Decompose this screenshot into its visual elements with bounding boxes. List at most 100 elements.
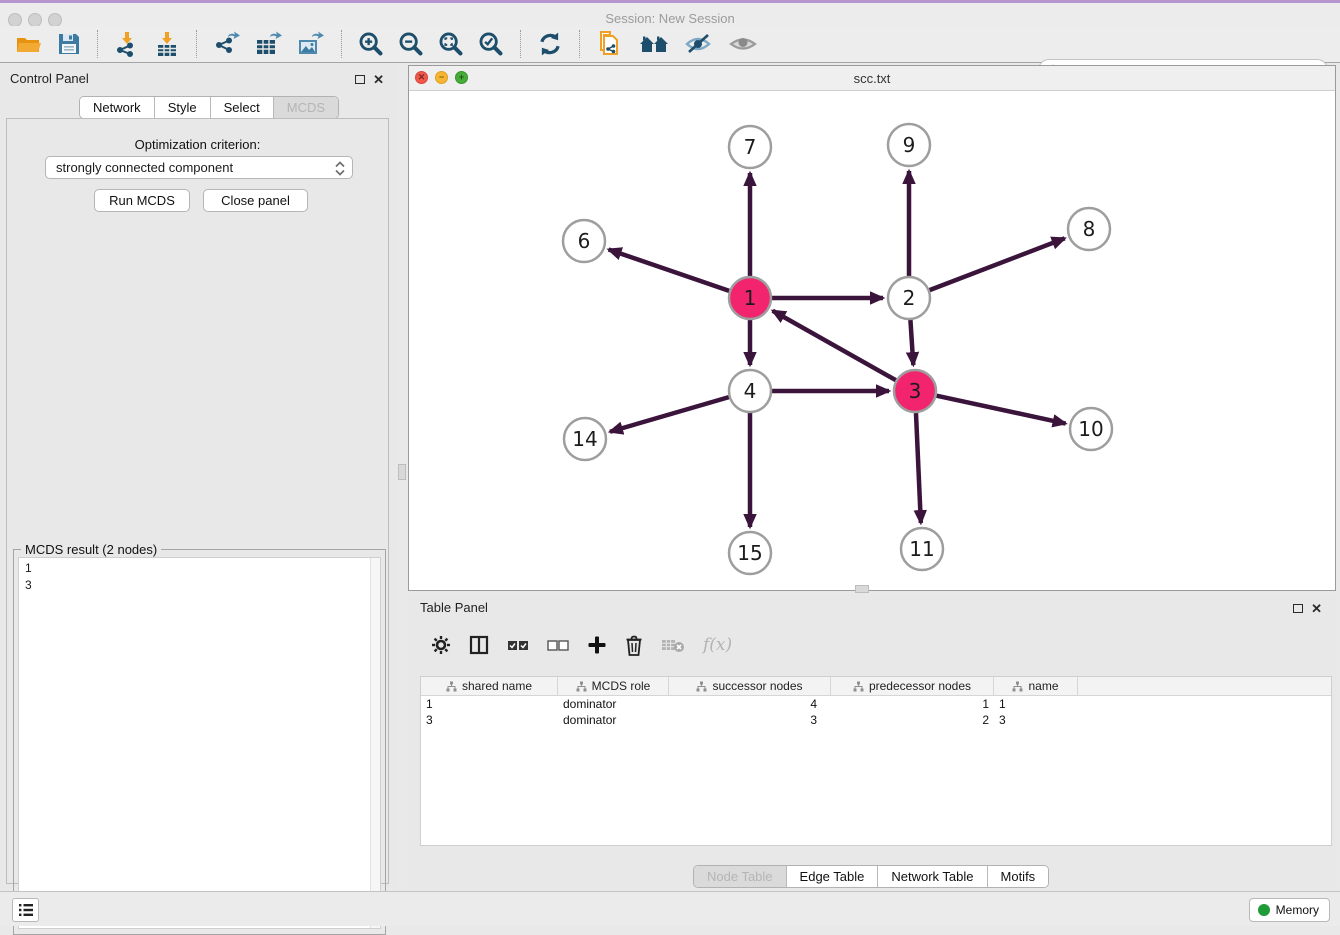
table-header-row: shared nameMCDS role successor nodes prede…	[421, 677, 1331, 696]
refresh-view-button[interactable]	[537, 31, 563, 57]
tab-style[interactable]: Style	[155, 97, 211, 118]
node-label-10: 10	[1078, 417, 1103, 441]
table-cell[interactable]: 1	[831, 696, 994, 712]
run-mcds-button[interactable]: Run MCDS	[94, 189, 190, 212]
zoom-fit-button[interactable]	[438, 31, 464, 57]
show-column-panel-button[interactable]	[469, 635, 489, 655]
edge-2-8[interactable]	[930, 238, 1065, 290]
mcds-result-box: MCDS result (2 nodes) 13	[13, 549, 386, 935]
table-cell[interactable]: 4	[669, 696, 831, 712]
table-panel-buttons: ✕	[1293, 602, 1322, 615]
table-cell[interactable]: 3	[421, 712, 558, 728]
task-history-button[interactable]	[12, 898, 39, 922]
create-column-button[interactable]	[587, 635, 607, 655]
column-header-shared-name[interactable]: shared name	[421, 677, 558, 695]
table-cell[interactable]: dominator	[558, 696, 669, 712]
refresh-icon	[537, 31, 563, 57]
mcds-result-list[interactable]: 13	[18, 557, 381, 929]
delete-table-icon	[661, 637, 685, 653]
result-scrollbar[interactable]	[370, 558, 380, 928]
column-header-MCDS-role[interactable]: MCDS role	[558, 677, 669, 695]
edge-1-6[interactable]	[609, 249, 730, 290]
table-body: 1dominator4113dominator323	[421, 696, 1331, 728]
column-header-predecessor-nodes[interactable]: predecessor nodes	[831, 677, 994, 695]
export-table-icon	[255, 31, 283, 57]
import-network-button[interactable]	[114, 31, 140, 57]
node-label-11: 11	[909, 537, 934, 561]
function-builder-button-disabled: f(x)	[703, 635, 732, 655]
namespace-tree-icon	[1012, 681, 1023, 692]
table-panel: Table Panel ✕	[408, 595, 1336, 888]
tab-mcds[interactable]: MCDS	[274, 97, 338, 118]
criterion-dropdown[interactable]: strongly connected component	[45, 156, 353, 179]
import-network-icon	[114, 31, 140, 57]
memory-button[interactable]: Memory	[1249, 898, 1330, 922]
network-window-titlebar[interactable]: ✕ − + scc.txt	[409, 66, 1335, 91]
tab-network[interactable]: Network	[80, 97, 155, 118]
table-cell[interactable]: 1	[421, 696, 558, 712]
table-row[interactable]: 3dominator323	[421, 712, 1331, 728]
deselect-all-rows-button[interactable]	[547, 638, 569, 652]
export-image-button[interactable]	[297, 31, 325, 57]
split-columns-icon	[469, 635, 489, 655]
table-row[interactable]: 1dominator411	[421, 696, 1331, 712]
close-panel-icon[interactable]: ✕	[1311, 602, 1322, 615]
network-canvas[interactable]: 7968124314101511	[409, 90, 1335, 591]
close-panel-button[interactable]: Close panel	[203, 189, 308, 212]
export-table-button[interactable]	[255, 31, 283, 57]
double-home-icon	[638, 32, 670, 56]
edge-4-14[interactable]	[610, 397, 729, 432]
bottom-splitter-handle[interactable]	[855, 585, 869, 593]
save-session-button[interactable]	[57, 32, 81, 56]
edge-3-1[interactable]	[773, 311, 896, 380]
network-title: scc.txt	[409, 71, 1335, 86]
memory-label: Memory	[1276, 903, 1319, 917]
show-eye-icon	[728, 32, 758, 56]
node-label-2: 2	[903, 286, 916, 310]
plus-icon	[587, 635, 607, 655]
left-splitter-handle[interactable]	[398, 464, 406, 480]
duplicate-network-button[interactable]	[596, 30, 624, 58]
table-cell[interactable]: 3	[994, 712, 1078, 728]
edge-3-10[interactable]	[937, 396, 1066, 424]
list-icon	[18, 903, 34, 917]
select-all-rows-button[interactable]	[507, 638, 529, 652]
edge-3-11[interactable]	[916, 413, 921, 523]
import-table-icon	[154, 31, 180, 57]
table-settings-button[interactable]	[431, 635, 451, 655]
zoom-in-button[interactable]	[358, 31, 384, 57]
zoom-selected-button[interactable]	[478, 31, 504, 57]
delete-column-button[interactable]	[625, 635, 643, 656]
tab-select[interactable]: Select	[211, 97, 274, 118]
tab-edge-table[interactable]: Edge Table	[787, 866, 879, 887]
open-session-button[interactable]	[15, 32, 43, 56]
node-label-6: 6	[578, 229, 591, 253]
column-header-name[interactable]: name	[994, 677, 1078, 695]
control-panel: Control Panel ✕ NetworkStyleSelectMCDS O…	[0, 63, 396, 888]
column-header-successor-nodes[interactable]: successor nodes	[669, 677, 831, 695]
node-label-8: 8	[1083, 217, 1096, 241]
close-panel-icon[interactable]: ✕	[373, 73, 384, 86]
hide-selected-button[interactable]	[684, 32, 714, 56]
table-cell[interactable]: 1	[994, 696, 1078, 712]
show-all-button[interactable]	[728, 32, 758, 56]
column-header-label: predecessor nodes	[869, 679, 971, 693]
namespace-tree-icon	[853, 681, 864, 692]
table-cell[interactable]: 3	[669, 712, 831, 728]
export-network-button[interactable]	[213, 31, 241, 57]
table-panel-tabs: Node TableEdge TableNetwork TableMotifs	[693, 865, 1049, 888]
first-neighbors-button[interactable]	[638, 32, 670, 56]
import-table-button[interactable]	[154, 31, 180, 57]
float-panel-icon[interactable]	[355, 75, 365, 84]
edge-2-3[interactable]	[910, 320, 913, 365]
status-bar: Memory	[0, 891, 1340, 926]
float-panel-icon[interactable]	[1293, 604, 1303, 613]
zoom-out-button[interactable]	[398, 31, 424, 57]
table-cell[interactable]: dominator	[558, 712, 669, 728]
tab-motifs[interactable]: Motifs	[988, 866, 1049, 887]
tab-network-table[interactable]: Network Table	[878, 866, 987, 887]
tab-node-table[interactable]: Node Table	[694, 866, 787, 887]
column-header-label: successor nodes	[712, 679, 802, 693]
table-cell[interactable]: 2	[831, 712, 994, 728]
namespace-tree-icon	[696, 681, 707, 692]
